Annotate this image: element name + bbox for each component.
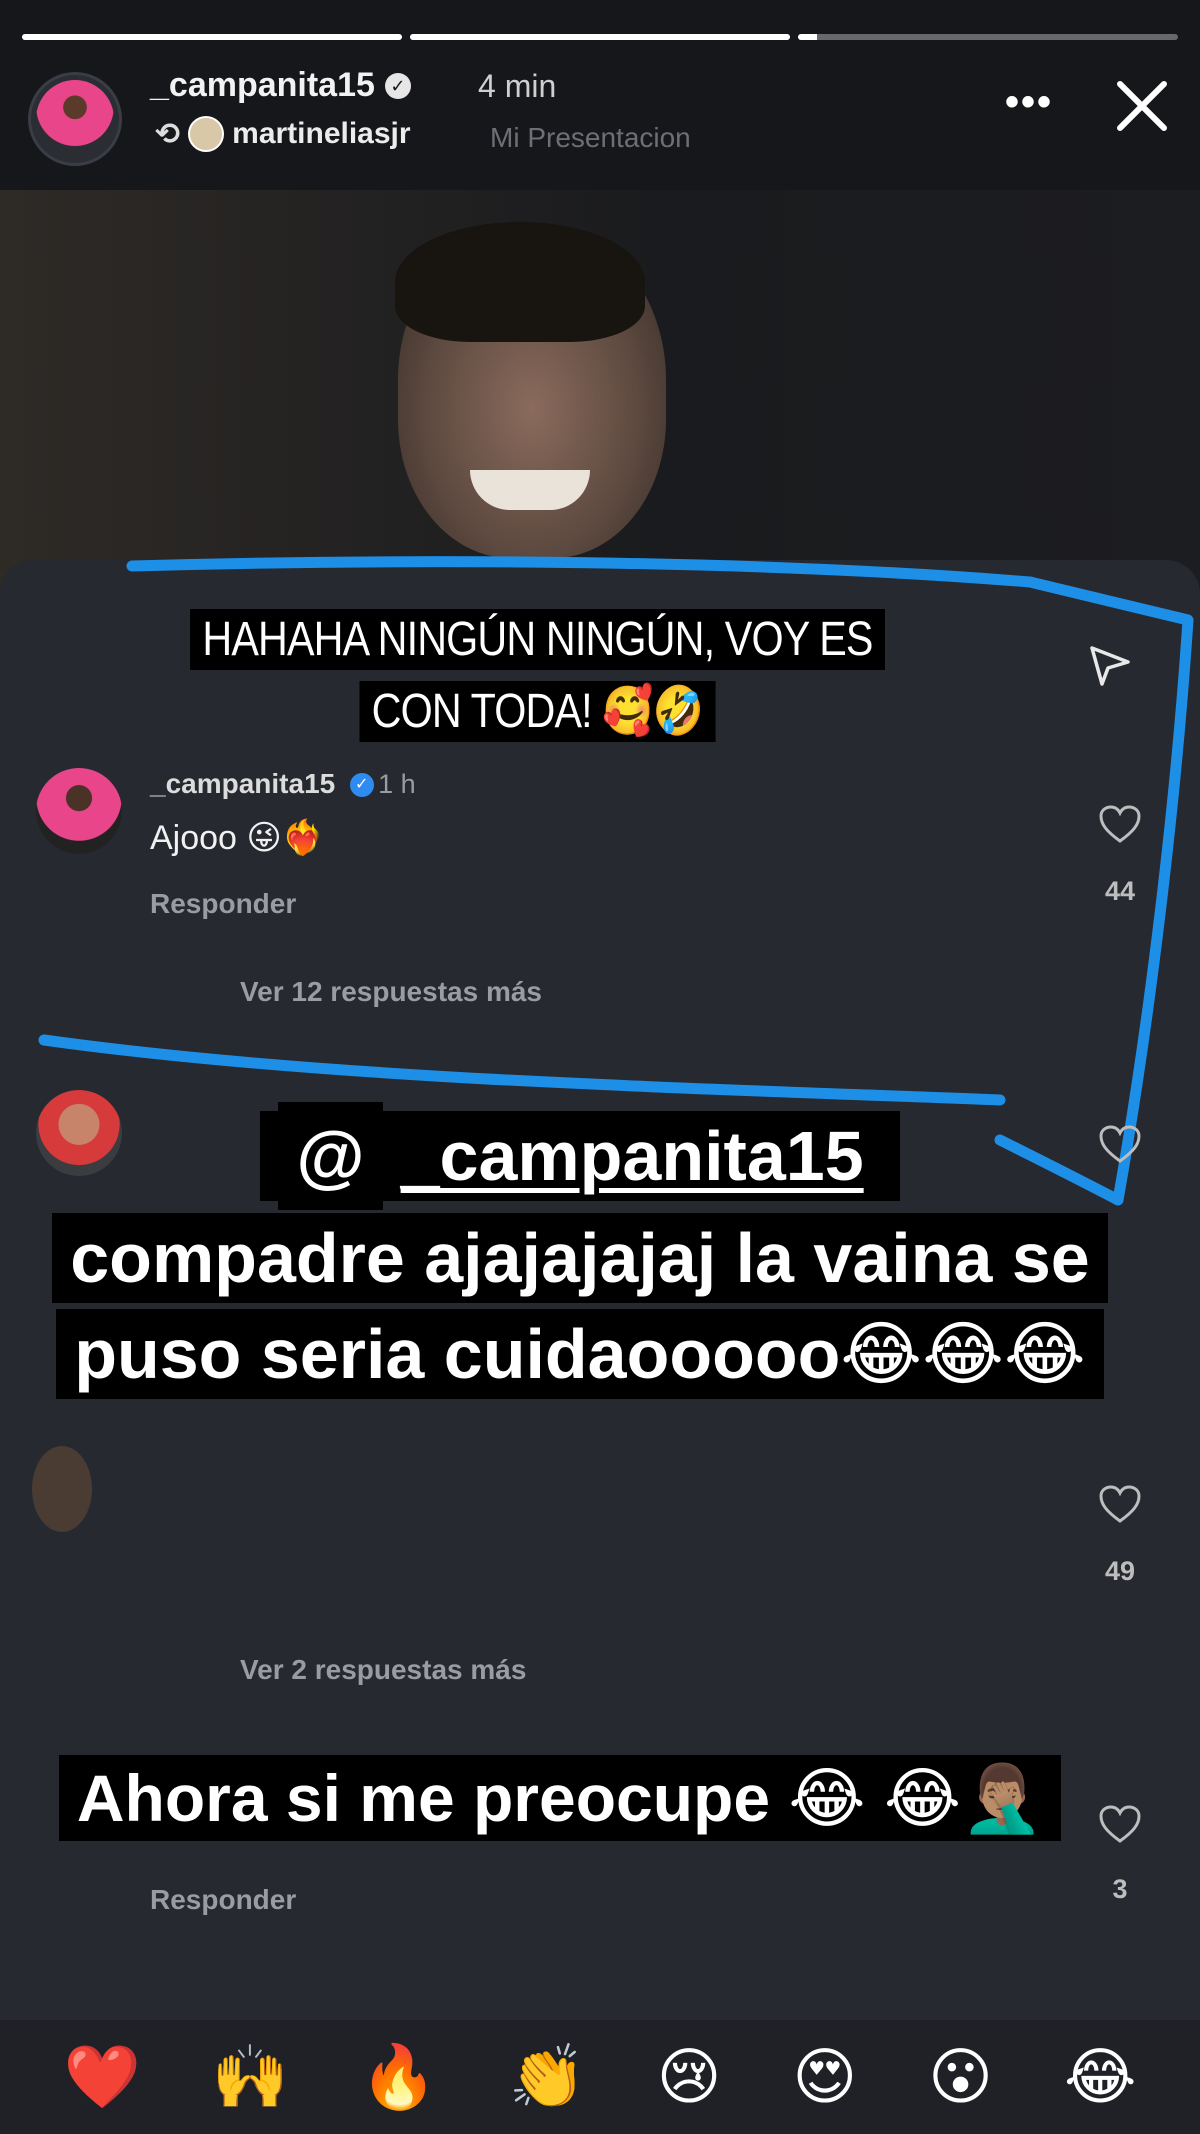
view-more-replies[interactable]: Ver 12 respuestas más — [240, 976, 542, 1008]
comment-avatar[interactable] — [32, 1446, 92, 1532]
comment-avatar[interactable] — [36, 768, 122, 854]
view-more-replies[interactable]: Ver 2 respuestas más — [240, 1654, 526, 1686]
more-options-icon[interactable]: ••• — [1005, 80, 1053, 125]
repost-attribution[interactable]: ⟲ martineliasjr — [155, 116, 411, 152]
reaction-fire[interactable]: 🔥 — [360, 2046, 437, 2108]
progress-segment — [798, 34, 1178, 40]
reply-button[interactable]: Responder — [150, 888, 296, 920]
like-count: 49 — [1104, 1556, 1136, 1586]
reaction-cry[interactable]: 😢 — [657, 2046, 722, 2108]
heart-icon[interactable] — [1098, 1484, 1142, 1524]
story-time: 4 min — [478, 68, 557, 104]
heart-icon[interactable] — [1098, 1804, 1142, 1844]
repost-avatar — [188, 116, 225, 152]
story-username[interactable]: _campanita15 ✓ — [150, 66, 411, 105]
comment-header: _campanita15 ✓ 1 h — [150, 768, 416, 800]
progress-segment — [22, 34, 402, 40]
caption-bottom: Ahora si me preocupe 😂 😂🤦🏽‍♂️ — [30, 1752, 1090, 1844]
reaction-heart-eyes[interactable]: 😍 — [792, 2046, 857, 2108]
close-icon[interactable] — [1112, 76, 1172, 136]
send-icon[interactable] — [1086, 640, 1134, 688]
comment-text: Ajooo 😜❤️‍🔥 — [150, 819, 325, 857]
threads-icon: @ — [278, 1102, 383, 1210]
reaction-clap[interactable]: 👏 — [508, 2046, 585, 2108]
repost-user: martineliasjr — [232, 117, 411, 150]
like-count: 44 — [1104, 876, 1136, 906]
comment-time: 1 h — [378, 769, 416, 799]
avatar[interactable] — [28, 72, 122, 166]
caption-top: HAHAHA NINGÚN NINGÚN, VOY ES CON TODA! 🥰… — [166, 604, 909, 748]
like-count: 3 — [1112, 1874, 1128, 1904]
reaction-heart[interactable]: ❤️ — [64, 2046, 141, 2108]
progress-segment — [410, 34, 790, 40]
heart-icon[interactable] — [1098, 804, 1142, 844]
reply-button[interactable]: Responder — [150, 1884, 296, 1916]
story-progress — [22, 34, 1178, 40]
reaction-surprised[interactable]: 😮 — [928, 2046, 993, 2108]
threads-handle: @ _campanita15 — [260, 1102, 900, 1210]
reaction-bar: ❤️ 🙌 🔥 👏 😢 😍 😮 😂 — [0, 2020, 1200, 2134]
repost-icon: ⟲ — [155, 117, 181, 151]
person-hair — [395, 222, 645, 342]
reaction-laugh[interactable]: 😂 — [1064, 2046, 1136, 2108]
verified-icon: ✓ — [349, 773, 374, 797]
verified-icon: ✓ — [384, 73, 411, 99]
faded-caption: Mi Presentacion — [490, 122, 691, 153]
username-text: _campanita15 — [150, 66, 375, 104]
comment-username[interactable]: _campanita15 — [150, 768, 335, 799]
caption-main: @ _campanita15 compadre ajajajajaj la vai… — [10, 1102, 1150, 1402]
reaction-raised-hands[interactable]: 🙌 — [212, 2046, 289, 2108]
